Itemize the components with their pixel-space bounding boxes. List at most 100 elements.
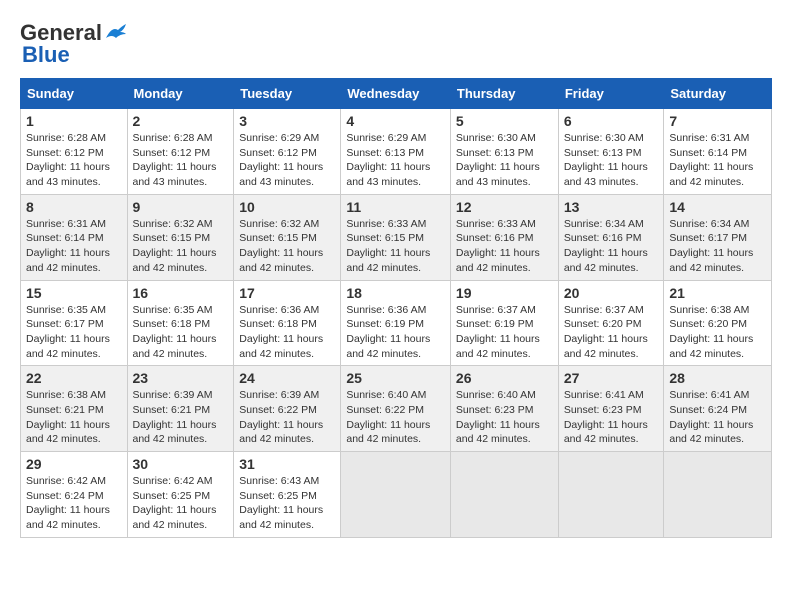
sunrise-label: Sunrise: 6:32 AM bbox=[239, 218, 319, 230]
calendar-cell: 18 Sunrise: 6:36 AM Sunset: 6:19 PM Dayl… bbox=[341, 280, 451, 366]
sunset-label: Sunset: 6:24 PM bbox=[26, 490, 104, 502]
daylight-minutes: and 42 minutes. bbox=[346, 433, 421, 445]
daylight-label: Daylight: 11 hours bbox=[669, 419, 753, 431]
daylight-label: Daylight: 11 hours bbox=[26, 504, 110, 516]
sunset-label: Sunset: 6:13 PM bbox=[564, 147, 642, 159]
calendar-week-1: 1 Sunrise: 6:28 AM Sunset: 6:12 PM Dayli… bbox=[21, 109, 772, 195]
day-number: 20 bbox=[564, 285, 659, 301]
calendar-cell: 16 Sunrise: 6:35 AM Sunset: 6:18 PM Dayl… bbox=[127, 280, 234, 366]
calendar-cell: 19 Sunrise: 6:37 AM Sunset: 6:19 PM Dayl… bbox=[450, 280, 558, 366]
day-info: Sunrise: 6:34 AM Sunset: 6:16 PM Dayligh… bbox=[564, 217, 659, 276]
day-info: Sunrise: 6:38 AM Sunset: 6:20 PM Dayligh… bbox=[669, 303, 766, 362]
day-number: 27 bbox=[564, 370, 659, 386]
day-info: Sunrise: 6:40 AM Sunset: 6:23 PM Dayligh… bbox=[456, 388, 553, 447]
sunrise-label: Sunrise: 6:39 AM bbox=[239, 389, 319, 401]
sunset-label: Sunset: 6:13 PM bbox=[346, 147, 424, 159]
sunset-label: Sunset: 6:17 PM bbox=[669, 232, 747, 244]
sunset-label: Sunset: 6:15 PM bbox=[239, 232, 317, 244]
day-number: 8 bbox=[26, 199, 122, 215]
daylight-label: Daylight: 11 hours bbox=[26, 419, 110, 431]
sunrise-label: Sunrise: 6:29 AM bbox=[239, 132, 319, 144]
sunrise-label: Sunrise: 6:41 AM bbox=[564, 389, 644, 401]
day-number: 28 bbox=[669, 370, 766, 386]
calendar-cell: 5 Sunrise: 6:30 AM Sunset: 6:13 PM Dayli… bbox=[450, 109, 558, 195]
calendar-cell bbox=[341, 452, 451, 538]
daylight-minutes: and 42 minutes. bbox=[26, 348, 101, 360]
day-number: 9 bbox=[133, 199, 229, 215]
calendar-cell: 8 Sunrise: 6:31 AM Sunset: 6:14 PM Dayli… bbox=[21, 194, 128, 280]
daylight-minutes: and 42 minutes. bbox=[26, 519, 101, 531]
daylight-minutes: and 43 minutes. bbox=[456, 176, 531, 188]
calendar-cell: 15 Sunrise: 6:35 AM Sunset: 6:17 PM Dayl… bbox=[21, 280, 128, 366]
calendar-cell: 10 Sunrise: 6:32 AM Sunset: 6:15 PM Dayl… bbox=[234, 194, 341, 280]
daylight-label: Daylight: 11 hours bbox=[346, 161, 430, 173]
sunset-label: Sunset: 6:24 PM bbox=[669, 404, 747, 416]
calendar-cell: 29 Sunrise: 6:42 AM Sunset: 6:24 PM Dayl… bbox=[21, 452, 128, 538]
day-info: Sunrise: 6:31 AM Sunset: 6:14 PM Dayligh… bbox=[26, 217, 122, 276]
day-number: 2 bbox=[133, 113, 229, 129]
day-number: 26 bbox=[456, 370, 553, 386]
page-header: General Blue bbox=[20, 20, 772, 68]
sunrise-label: Sunrise: 6:30 AM bbox=[564, 132, 644, 144]
day-info: Sunrise: 6:38 AM Sunset: 6:21 PM Dayligh… bbox=[26, 388, 122, 447]
daylight-label: Daylight: 11 hours bbox=[133, 247, 217, 259]
calendar-cell: 11 Sunrise: 6:33 AM Sunset: 6:15 PM Dayl… bbox=[341, 194, 451, 280]
sunrise-label: Sunrise: 6:28 AM bbox=[133, 132, 213, 144]
day-info: Sunrise: 6:36 AM Sunset: 6:19 PM Dayligh… bbox=[346, 303, 445, 362]
daylight-label: Daylight: 11 hours bbox=[456, 419, 540, 431]
sunrise-label: Sunrise: 6:34 AM bbox=[564, 218, 644, 230]
day-number: 11 bbox=[346, 199, 445, 215]
calendar-cell: 13 Sunrise: 6:34 AM Sunset: 6:16 PM Dayl… bbox=[558, 194, 664, 280]
calendar-cell: 23 Sunrise: 6:39 AM Sunset: 6:21 PM Dayl… bbox=[127, 366, 234, 452]
calendar-week-4: 22 Sunrise: 6:38 AM Sunset: 6:21 PM Dayl… bbox=[21, 366, 772, 452]
calendar-cell: 3 Sunrise: 6:29 AM Sunset: 6:12 PM Dayli… bbox=[234, 109, 341, 195]
calendar-header-row: SundayMondayTuesdayWednesdayThursdayFrid… bbox=[21, 79, 772, 109]
daylight-label: Daylight: 11 hours bbox=[346, 419, 430, 431]
sunset-label: Sunset: 6:18 PM bbox=[133, 318, 211, 330]
column-header-saturday: Saturday bbox=[664, 79, 772, 109]
sunset-label: Sunset: 6:21 PM bbox=[26, 404, 104, 416]
calendar-cell bbox=[558, 452, 664, 538]
day-info: Sunrise: 6:36 AM Sunset: 6:18 PM Dayligh… bbox=[239, 303, 335, 362]
daylight-label: Daylight: 11 hours bbox=[669, 333, 753, 345]
daylight-minutes: and 42 minutes. bbox=[564, 433, 639, 445]
daylight-label: Daylight: 11 hours bbox=[564, 333, 648, 345]
day-number: 10 bbox=[239, 199, 335, 215]
sunset-label: Sunset: 6:25 PM bbox=[133, 490, 211, 502]
daylight-label: Daylight: 11 hours bbox=[26, 247, 110, 259]
sunset-label: Sunset: 6:23 PM bbox=[564, 404, 642, 416]
daylight-minutes: and 42 minutes. bbox=[133, 262, 208, 274]
sunset-label: Sunset: 6:20 PM bbox=[564, 318, 642, 330]
daylight-label: Daylight: 11 hours bbox=[239, 247, 323, 259]
sunrise-label: Sunrise: 6:40 AM bbox=[456, 389, 536, 401]
day-info: Sunrise: 6:41 AM Sunset: 6:24 PM Dayligh… bbox=[669, 388, 766, 447]
sunset-label: Sunset: 6:20 PM bbox=[669, 318, 747, 330]
sunset-label: Sunset: 6:18 PM bbox=[239, 318, 317, 330]
day-info: Sunrise: 6:42 AM Sunset: 6:25 PM Dayligh… bbox=[133, 474, 229, 533]
daylight-minutes: and 42 minutes. bbox=[564, 262, 639, 274]
day-number: 18 bbox=[346, 285, 445, 301]
daylight-minutes: and 43 minutes. bbox=[26, 176, 101, 188]
calendar-week-3: 15 Sunrise: 6:35 AM Sunset: 6:17 PM Dayl… bbox=[21, 280, 772, 366]
daylight-minutes: and 42 minutes. bbox=[669, 176, 744, 188]
daylight-minutes: and 42 minutes. bbox=[239, 433, 314, 445]
sunset-label: Sunset: 6:25 PM bbox=[239, 490, 317, 502]
daylight-minutes: and 42 minutes. bbox=[456, 262, 531, 274]
day-number: 24 bbox=[239, 370, 335, 386]
daylight-minutes: and 42 minutes. bbox=[26, 433, 101, 445]
daylight-minutes: and 42 minutes. bbox=[669, 433, 744, 445]
sunrise-label: Sunrise: 6:38 AM bbox=[669, 304, 749, 316]
daylight-minutes: and 42 minutes. bbox=[26, 262, 101, 274]
daylight-label: Daylight: 11 hours bbox=[239, 504, 323, 516]
daylight-label: Daylight: 11 hours bbox=[564, 247, 648, 259]
calendar-cell: 17 Sunrise: 6:36 AM Sunset: 6:18 PM Dayl… bbox=[234, 280, 341, 366]
day-number: 16 bbox=[133, 285, 229, 301]
sunrise-label: Sunrise: 6:31 AM bbox=[26, 218, 106, 230]
daylight-label: Daylight: 11 hours bbox=[133, 161, 217, 173]
day-number: 23 bbox=[133, 370, 229, 386]
day-number: 22 bbox=[26, 370, 122, 386]
day-info: Sunrise: 6:35 AM Sunset: 6:17 PM Dayligh… bbox=[26, 303, 122, 362]
day-info: Sunrise: 6:37 AM Sunset: 6:19 PM Dayligh… bbox=[456, 303, 553, 362]
daylight-label: Daylight: 11 hours bbox=[346, 247, 430, 259]
sunrise-label: Sunrise: 6:42 AM bbox=[26, 475, 106, 487]
